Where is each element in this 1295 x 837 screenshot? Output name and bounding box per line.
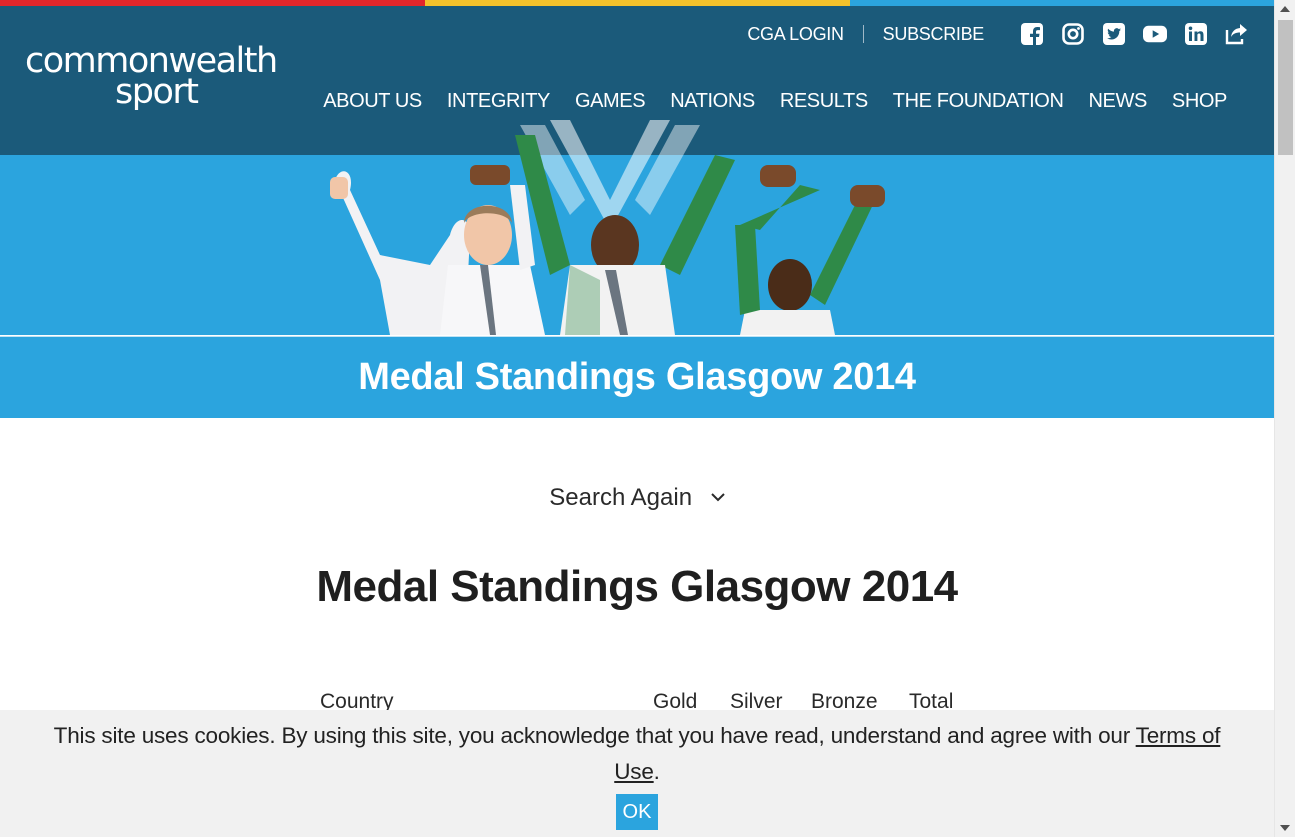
nav-shop[interactable]: SHOP [1172,90,1227,113]
page-viewport: commonwealth sport CGA LOGIN SUBSCRIBE A… [0,0,1274,837]
cookie-text: This site uses cookies. By using this si… [53,723,1136,748]
search-again-label: Search Again [549,484,693,511]
hero-banner [0,120,1274,335]
scrollbar-thumb[interactable] [1278,20,1293,155]
share-icon[interactable] [1225,22,1249,46]
hero-title: Medal Standings Glasgow 2014 [358,356,916,398]
search-again-toggle[interactable]: Search Again [0,481,1274,512]
hero-athletes-image [330,120,885,335]
cga-login-link[interactable]: CGA LOGIN [747,24,844,45]
cookie-message: This site uses cookies. By using this si… [42,718,1232,790]
scroll-down-arrow-icon[interactable] [1280,825,1290,831]
site-logo[interactable]: commonwealth sport [25,44,278,112]
top-utility-bar: CGA LOGIN SUBSCRIBE [747,22,1274,46]
scroll-up-arrow-icon[interactable] [1280,6,1290,12]
facebook-icon[interactable] [1020,22,1044,46]
vertical-scrollbar[interactable] [1274,0,1295,837]
youtube-icon[interactable] [1143,22,1167,46]
cookie-suffix: . [653,759,660,784]
cookie-ok-button[interactable]: OK [616,794,658,830]
hero-title-band: Medal Standings Glasgow 2014 [0,336,1274,418]
page-title: Medal Standings Glasgow 2014 [316,562,958,611]
social-links [1020,22,1274,46]
topbar-divider [862,25,864,43]
twitter-icon[interactable] [1102,22,1126,46]
chevron-down-icon [711,481,725,509]
logo-line-2: sport [115,72,199,112]
linkedin-icon[interactable] [1184,22,1208,46]
subscribe-link[interactable]: SUBSCRIBE [883,24,985,45]
nav-the-foundation[interactable]: THE FOUNDATION [893,90,1064,113]
instagram-icon[interactable] [1061,22,1085,46]
nav-news[interactable]: NEWS [1089,90,1148,113]
cookie-banner: This site uses cookies. By using this si… [0,710,1274,837]
